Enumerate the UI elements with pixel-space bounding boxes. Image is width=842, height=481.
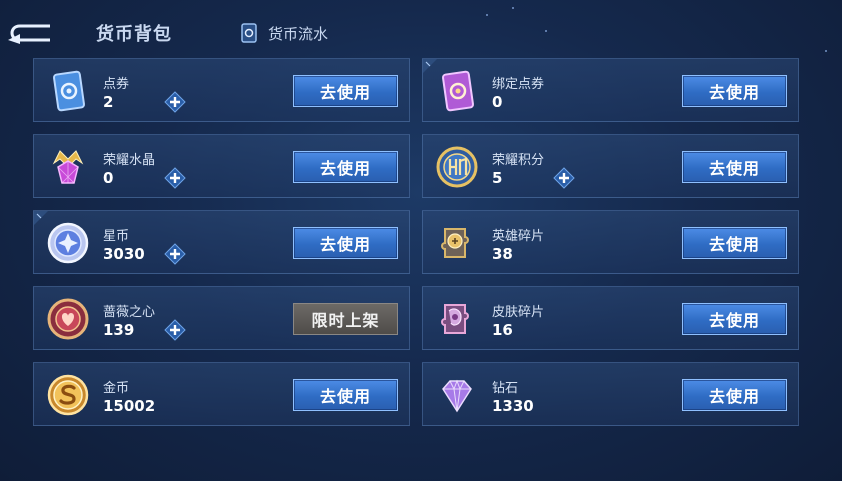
currency-amount: 139 bbox=[103, 321, 135, 339]
hero-fragment-icon bbox=[433, 219, 481, 267]
gold-coin-icon bbox=[44, 371, 92, 419]
currency-amount: 0 bbox=[492, 93, 503, 111]
currency-card-hero-fragment: 英雄碎片 38 去使用 bbox=[422, 210, 799, 274]
currency-card-rose-heart: 蔷薇之心 139 限时上架 bbox=[33, 286, 410, 350]
plus-icon bbox=[164, 243, 186, 265]
back-arrow-icon bbox=[8, 24, 50, 44]
use-button[interactable]: 去使用 bbox=[682, 75, 787, 107]
add-button[interactable] bbox=[164, 319, 186, 341]
add-button[interactable] bbox=[164, 243, 186, 265]
star-coin-icon bbox=[44, 219, 92, 267]
currency-name: 荣耀水晶 bbox=[103, 153, 156, 168]
card-icon bbox=[238, 22, 260, 44]
currency-amount: 1330 bbox=[492, 397, 534, 415]
plus-icon bbox=[164, 167, 186, 189]
currency-card-glory-points: 荣耀积分 5 去使用 bbox=[422, 134, 799, 198]
limited-time-button[interactable]: 限时上架 bbox=[293, 303, 398, 335]
plus-icon bbox=[164, 319, 186, 341]
glory-points-icon bbox=[433, 143, 481, 191]
top-bar: 货币背包 货币流水 bbox=[0, 0, 842, 60]
rose-heart-icon bbox=[44, 295, 92, 343]
diamond-icon bbox=[433, 371, 481, 419]
currency-amount: 38 bbox=[492, 245, 513, 263]
currency-name: 点券 bbox=[103, 77, 130, 92]
use-button[interactable]: 去使用 bbox=[682, 227, 787, 259]
currency-amount: 0 bbox=[103, 169, 114, 187]
currency-card-glory-crystal: 荣耀水晶 0 去使用 bbox=[33, 134, 410, 198]
use-button[interactable]: 去使用 bbox=[293, 151, 398, 183]
use-button[interactable]: 去使用 bbox=[293, 227, 398, 259]
plus-icon bbox=[553, 167, 575, 189]
currency-grid: 点券 2 去使用 绑定点券 0 去使用 荣耀水晶 0 去使用 荣耀积分 5 去使… bbox=[33, 58, 799, 428]
currency-name: 绑定点券 bbox=[492, 77, 545, 92]
use-button[interactable]: 去使用 bbox=[682, 151, 787, 183]
back-button[interactable] bbox=[6, 22, 52, 44]
currency-card-star-coin: 星币 3030 去使用 bbox=[33, 210, 410, 274]
voucher-card-icon bbox=[44, 67, 92, 115]
currency-name: 钻石 bbox=[492, 381, 519, 396]
use-button[interactable]: 去使用 bbox=[293, 75, 398, 107]
currency-name: 蔷薇之心 bbox=[103, 305, 156, 320]
glory-crystal-icon bbox=[44, 143, 92, 191]
currency-name: 皮肤碎片 bbox=[492, 305, 545, 320]
tab-currency-flow[interactable]: 货币流水 bbox=[238, 22, 328, 44]
bound-voucher-card-icon bbox=[433, 67, 481, 115]
currency-card-voucher: 点券 2 去使用 bbox=[33, 58, 410, 122]
currency-card-bound-voucher: 绑定点券 0 去使用 bbox=[422, 58, 799, 122]
skin-fragment-icon bbox=[433, 295, 481, 343]
add-button[interactable] bbox=[164, 167, 186, 189]
add-button[interactable] bbox=[164, 91, 186, 113]
plus-icon bbox=[164, 91, 186, 113]
currency-amount: 3030 bbox=[103, 245, 145, 263]
tab-currency-flow-label: 货币流水 bbox=[268, 24, 329, 43]
add-button[interactable] bbox=[553, 167, 575, 189]
currency-card-diamond: 钻石 1330 去使用 bbox=[422, 362, 799, 426]
currency-card-gold-coin: 金币 15002 去使用 bbox=[33, 362, 410, 426]
currency-amount: 16 bbox=[492, 321, 513, 339]
currency-amount: 5 bbox=[492, 169, 503, 187]
currency-amount: 2 bbox=[103, 93, 114, 111]
currency-name: 星币 bbox=[103, 229, 130, 244]
currency-card-skin-fragment: 皮肤碎片 16 去使用 bbox=[422, 286, 799, 350]
tab-currency-bag[interactable]: 货币背包 bbox=[96, 20, 172, 46]
currency-name: 英雄碎片 bbox=[492, 229, 545, 244]
use-button[interactable]: 去使用 bbox=[293, 379, 398, 411]
currency-amount: 15002 bbox=[103, 397, 156, 415]
currency-name: 金币 bbox=[103, 381, 130, 396]
currency-name: 荣耀积分 bbox=[492, 153, 545, 168]
use-button[interactable]: 去使用 bbox=[682, 379, 787, 411]
use-button[interactable]: 去使用 bbox=[682, 303, 787, 335]
